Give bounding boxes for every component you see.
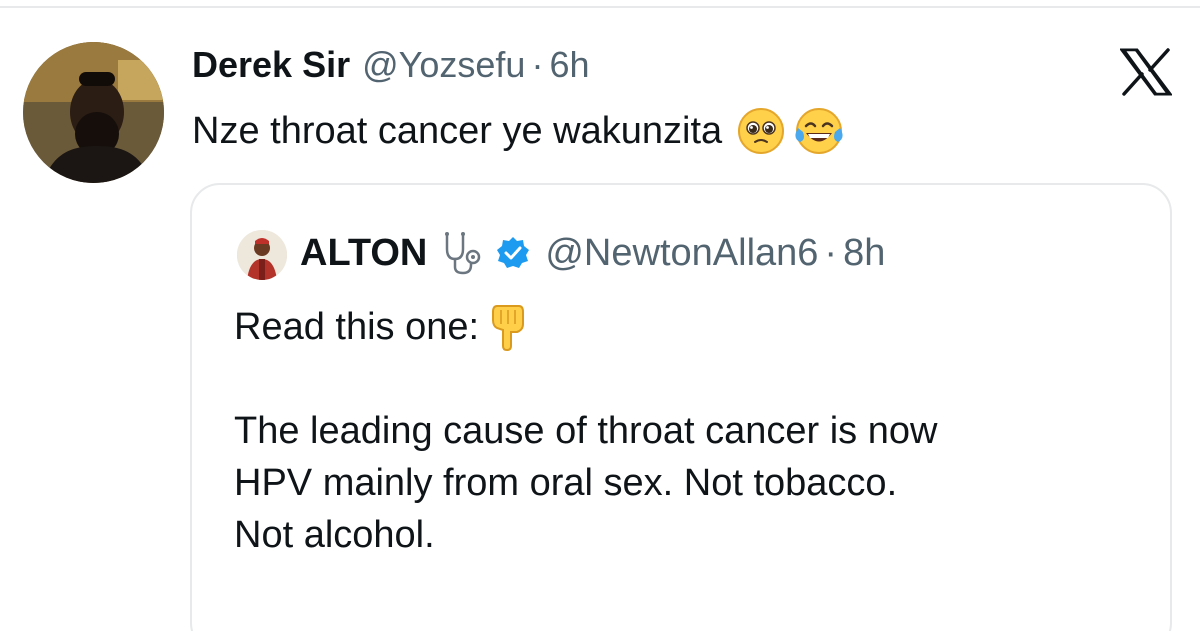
stethoscope-icon — [445, 232, 481, 275]
pleading-face-icon — [738, 108, 785, 154]
quoted-author-avatar-image — [237, 230, 287, 280]
quoted-line: HPV mainly from oral sex. Not tobacco. — [234, 457, 1134, 509]
quoted-tweet-card[interactable]: ALTON @NewtonAllan6 · 8h Read this one: — [190, 183, 1172, 631]
tweet-screenshot: Derek Sir @Yozsefu · 6h Nze throat cance… — [0, 0, 1200, 631]
quoted-line-3: HPV mainly from oral sex. Not tobacco. — [234, 461, 898, 504]
author-name[interactable]: Derek Sir — [192, 44, 350, 86]
quoted-separator-dot: · — [824, 231, 838, 274]
quoted-line: The leading cause of throat cancer is no… — [234, 405, 1134, 457]
tweet-text: Nze throat cancer ye wakunzita — [192, 104, 844, 158]
separator-dot: · — [531, 44, 544, 85]
pointing-down-icon — [492, 305, 525, 352]
quoted-tweet-body: Read this one: The leading cause of thro… — [234, 301, 1134, 561]
author-handle[interactable]: @Yozsefu — [362, 44, 525, 86]
x-logo-icon[interactable] — [1120, 48, 1172, 96]
top-divider — [0, 6, 1200, 8]
quoted-line: Not alcohol. — [234, 509, 1134, 561]
tweet-text-content: Nze throat cancer ye wakunzita — [192, 109, 723, 152]
quoted-tweet-time[interactable]: 8h — [843, 232, 885, 275]
author-avatar-image — [23, 42, 164, 183]
quoted-author-avatar[interactable] — [237, 230, 287, 280]
author-avatar[interactable] — [23, 42, 164, 183]
verified-badge-icon[interactable] — [495, 235, 531, 271]
tears-of-joy-icon — [795, 108, 843, 154]
quoted-line: Read this one: — [234, 301, 1134, 353]
quoted-author-name[interactable]: ALTON — [300, 232, 427, 275]
quoted-line-2: The leading cause of throat cancer is no… — [234, 409, 938, 452]
quoted-line-1: Read this one: — [234, 305, 480, 348]
quoted-line-4: Not alcohol. — [234, 513, 435, 556]
tweet-time[interactable]: 6h — [549, 44, 589, 86]
quoted-author-handle[interactable]: @NewtonAllan6 — [545, 232, 818, 275]
quoted-tweet-header: ALTON @NewtonAllan6 · 8h — [300, 225, 885, 281]
tweet-header: Derek Sir @Yozsefu · 6h — [192, 40, 589, 90]
